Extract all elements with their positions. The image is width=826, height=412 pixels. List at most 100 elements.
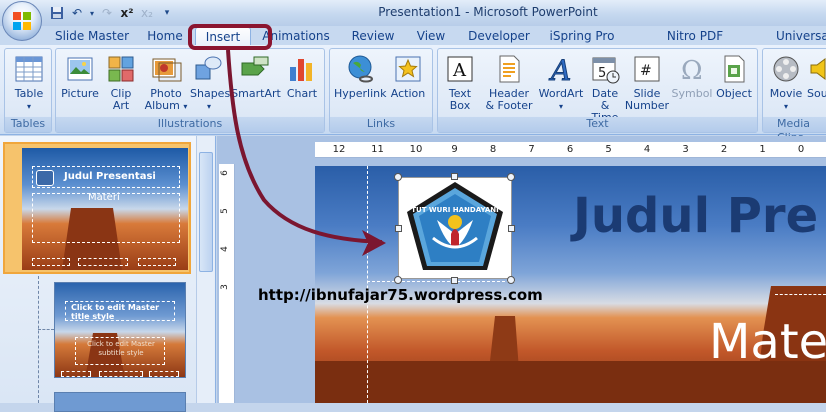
slide-number-icon: # xyxy=(634,56,660,82)
picture-icon xyxy=(67,57,93,81)
media-clips-group-label: Media Clips xyxy=(763,117,826,144)
text-box-label-2: Box xyxy=(449,99,471,112)
resize-handle[interactable] xyxy=(451,277,458,284)
ruler-tick-label: 6 xyxy=(566,144,574,155)
object-icon xyxy=(724,55,745,83)
title-layout-thumbnail[interactable]: Click to edit Master title style Click t… xyxy=(54,282,186,378)
picture-button[interactable]: Picture xyxy=(60,53,100,100)
tab-review[interactable]: Review xyxy=(346,27,400,46)
tab-slide-master[interactable]: Slide Master xyxy=(52,27,132,46)
tab-ispring-pro[interactable]: iSpring Pro xyxy=(544,27,620,46)
movie-dropdown-icon: ▾ xyxy=(783,102,788,111)
date-time-button[interactable]: 5 Date & Time xyxy=(586,53,624,124)
photo-album-label-2: Album xyxy=(144,99,180,112)
sound-button[interactable]: Sou xyxy=(807,53,826,100)
resize-handle[interactable] xyxy=(394,173,402,181)
horizontal-ruler: 12 11 10 9 8 7 6 5 4 3 2 1 0 xyxy=(315,142,826,158)
slide-master-thumbnail[interactable]: Judul Presentasi Materi xyxy=(3,142,191,274)
tab-developer[interactable]: Developer xyxy=(466,27,532,46)
text-box-button[interactable]: A Text Box xyxy=(442,53,478,112)
thumbnail-footer-placeholder xyxy=(138,258,176,266)
picture-label: Picture xyxy=(61,87,99,100)
thumbnail-footer-placeholder xyxy=(78,258,128,266)
illustrations-group-label: Illustrations xyxy=(56,117,324,132)
wordart-label: WordArt xyxy=(538,87,584,100)
resize-handle[interactable] xyxy=(451,173,458,180)
photo-album-button[interactable]: Photo Album ▾ xyxy=(144,53,188,113)
text-box-icon: A xyxy=(447,56,473,82)
tab-view[interactable]: View xyxy=(410,27,452,46)
group-illustrations: Picture Clip Art Photo Album ▾ Shapes ▾ … xyxy=(55,48,325,133)
svg-text:#: # xyxy=(640,63,652,79)
resize-handle[interactable] xyxy=(507,173,515,181)
ruler-tick-label: 0 xyxy=(797,144,805,155)
scrollbar-thumb[interactable] xyxy=(199,152,213,272)
movie-icon xyxy=(773,56,799,82)
chart-button[interactable]: Chart xyxy=(284,53,320,100)
tab-nitro-pdf[interactable]: Nitro PDF Professional xyxy=(630,27,760,61)
ruler-tick-label: 12 xyxy=(332,144,346,155)
slide-number-button[interactable]: # Slide Number xyxy=(624,53,670,112)
thumbnail-footer-placeholder xyxy=(149,371,179,377)
smartart-button[interactable]: SmartArt xyxy=(231,53,281,100)
tab-universal[interactable]: Universal xyxy=(776,27,826,46)
slide-subtitle[interactable]: Mate xyxy=(709,314,826,370)
table-button[interactable]: Table ▾ xyxy=(11,53,47,113)
guide-line xyxy=(775,294,826,295)
clip-art-icon xyxy=(108,56,134,82)
ruler-tick-label: 2 xyxy=(720,144,728,155)
slides-panel: 1 Judul Presentasi Materi Click to edit … xyxy=(0,136,216,412)
svg-text:5: 5 xyxy=(598,66,606,81)
hyperlink-label: Hyperlink xyxy=(334,87,387,100)
selected-logo-image[interactable]: TUT WURI HANDAYANI xyxy=(398,177,512,279)
thumbnails-scrollbar[interactable] xyxy=(196,136,214,403)
thumbnail-connector xyxy=(38,329,54,330)
insert-tab-highlight xyxy=(188,24,272,50)
svg-text:A: A xyxy=(548,54,571,85)
svg-text:A: A xyxy=(452,60,467,81)
slide-title[interactable]: Judul Pre xyxy=(573,188,818,244)
office-logo-icon xyxy=(13,12,31,30)
slide-canvas[interactable]: Judul Pre Mate xyxy=(315,166,826,403)
ruler-tick-label: 4 xyxy=(219,246,230,252)
resize-handle[interactable] xyxy=(394,276,402,284)
chart-label: Chart xyxy=(286,87,318,100)
ruler-tick-label: 5 xyxy=(219,208,230,214)
date-time-icon: 5 xyxy=(592,57,620,84)
photo-album-dropdown-icon: ▾ xyxy=(183,102,188,111)
omega-icon: Ω xyxy=(681,56,703,85)
wordart-button[interactable]: A WordArt ▾ xyxy=(536,53,586,113)
shapes-button[interactable]: Shapes ▾ xyxy=(190,53,230,113)
tab-home[interactable]: Home xyxy=(140,27,190,46)
object-button[interactable]: Object xyxy=(714,53,754,100)
office-button[interactable] xyxy=(2,1,42,41)
table-dropdown-icon: ▾ xyxy=(26,102,31,111)
symbol-button[interactable]: Ω Symbol xyxy=(670,53,714,100)
hyperlink-button[interactable]: Hyperlink xyxy=(334,53,387,100)
thumbnail-logo xyxy=(36,170,54,186)
resize-handle[interactable] xyxy=(508,225,515,232)
clip-art-button[interactable]: Clip Art xyxy=(104,53,138,112)
thumbnail-footer-placeholder xyxy=(61,371,91,377)
movie-label: Movie xyxy=(769,87,803,100)
ruler-tick-label: 8 xyxy=(489,144,497,155)
header-footer-icon xyxy=(499,55,520,83)
group-text: A Text Box Header & Footer A WordArt ▾ 5 xyxy=(437,48,758,133)
action-button[interactable]: Action xyxy=(388,53,428,100)
sound-icon xyxy=(810,58,826,80)
hyperlink-icon xyxy=(348,55,373,83)
ribbon: Table ▾ Tables Picture Clip Art Photo Al… xyxy=(0,45,826,144)
layout-thumbnail[interactable] xyxy=(54,392,186,412)
header-footer-button[interactable]: Header & Footer xyxy=(482,53,536,112)
action-icon xyxy=(395,56,421,82)
ruler-tick-label: 9 xyxy=(451,144,458,155)
clip-art-label-2: Art xyxy=(112,99,130,112)
object-label: Object xyxy=(716,87,752,100)
thumbnail-subtitle: Materi xyxy=(88,192,120,203)
placeholder-guide xyxy=(367,281,515,282)
resize-handle[interactable] xyxy=(507,276,515,284)
thumbnail-background: Judul Presentasi Materi xyxy=(22,148,188,270)
resize-handle[interactable] xyxy=(395,225,402,232)
movie-button[interactable]: Movie ▾ xyxy=(766,53,806,113)
watermark-url: http://ibnufajar75.wordpress.com xyxy=(258,286,543,304)
